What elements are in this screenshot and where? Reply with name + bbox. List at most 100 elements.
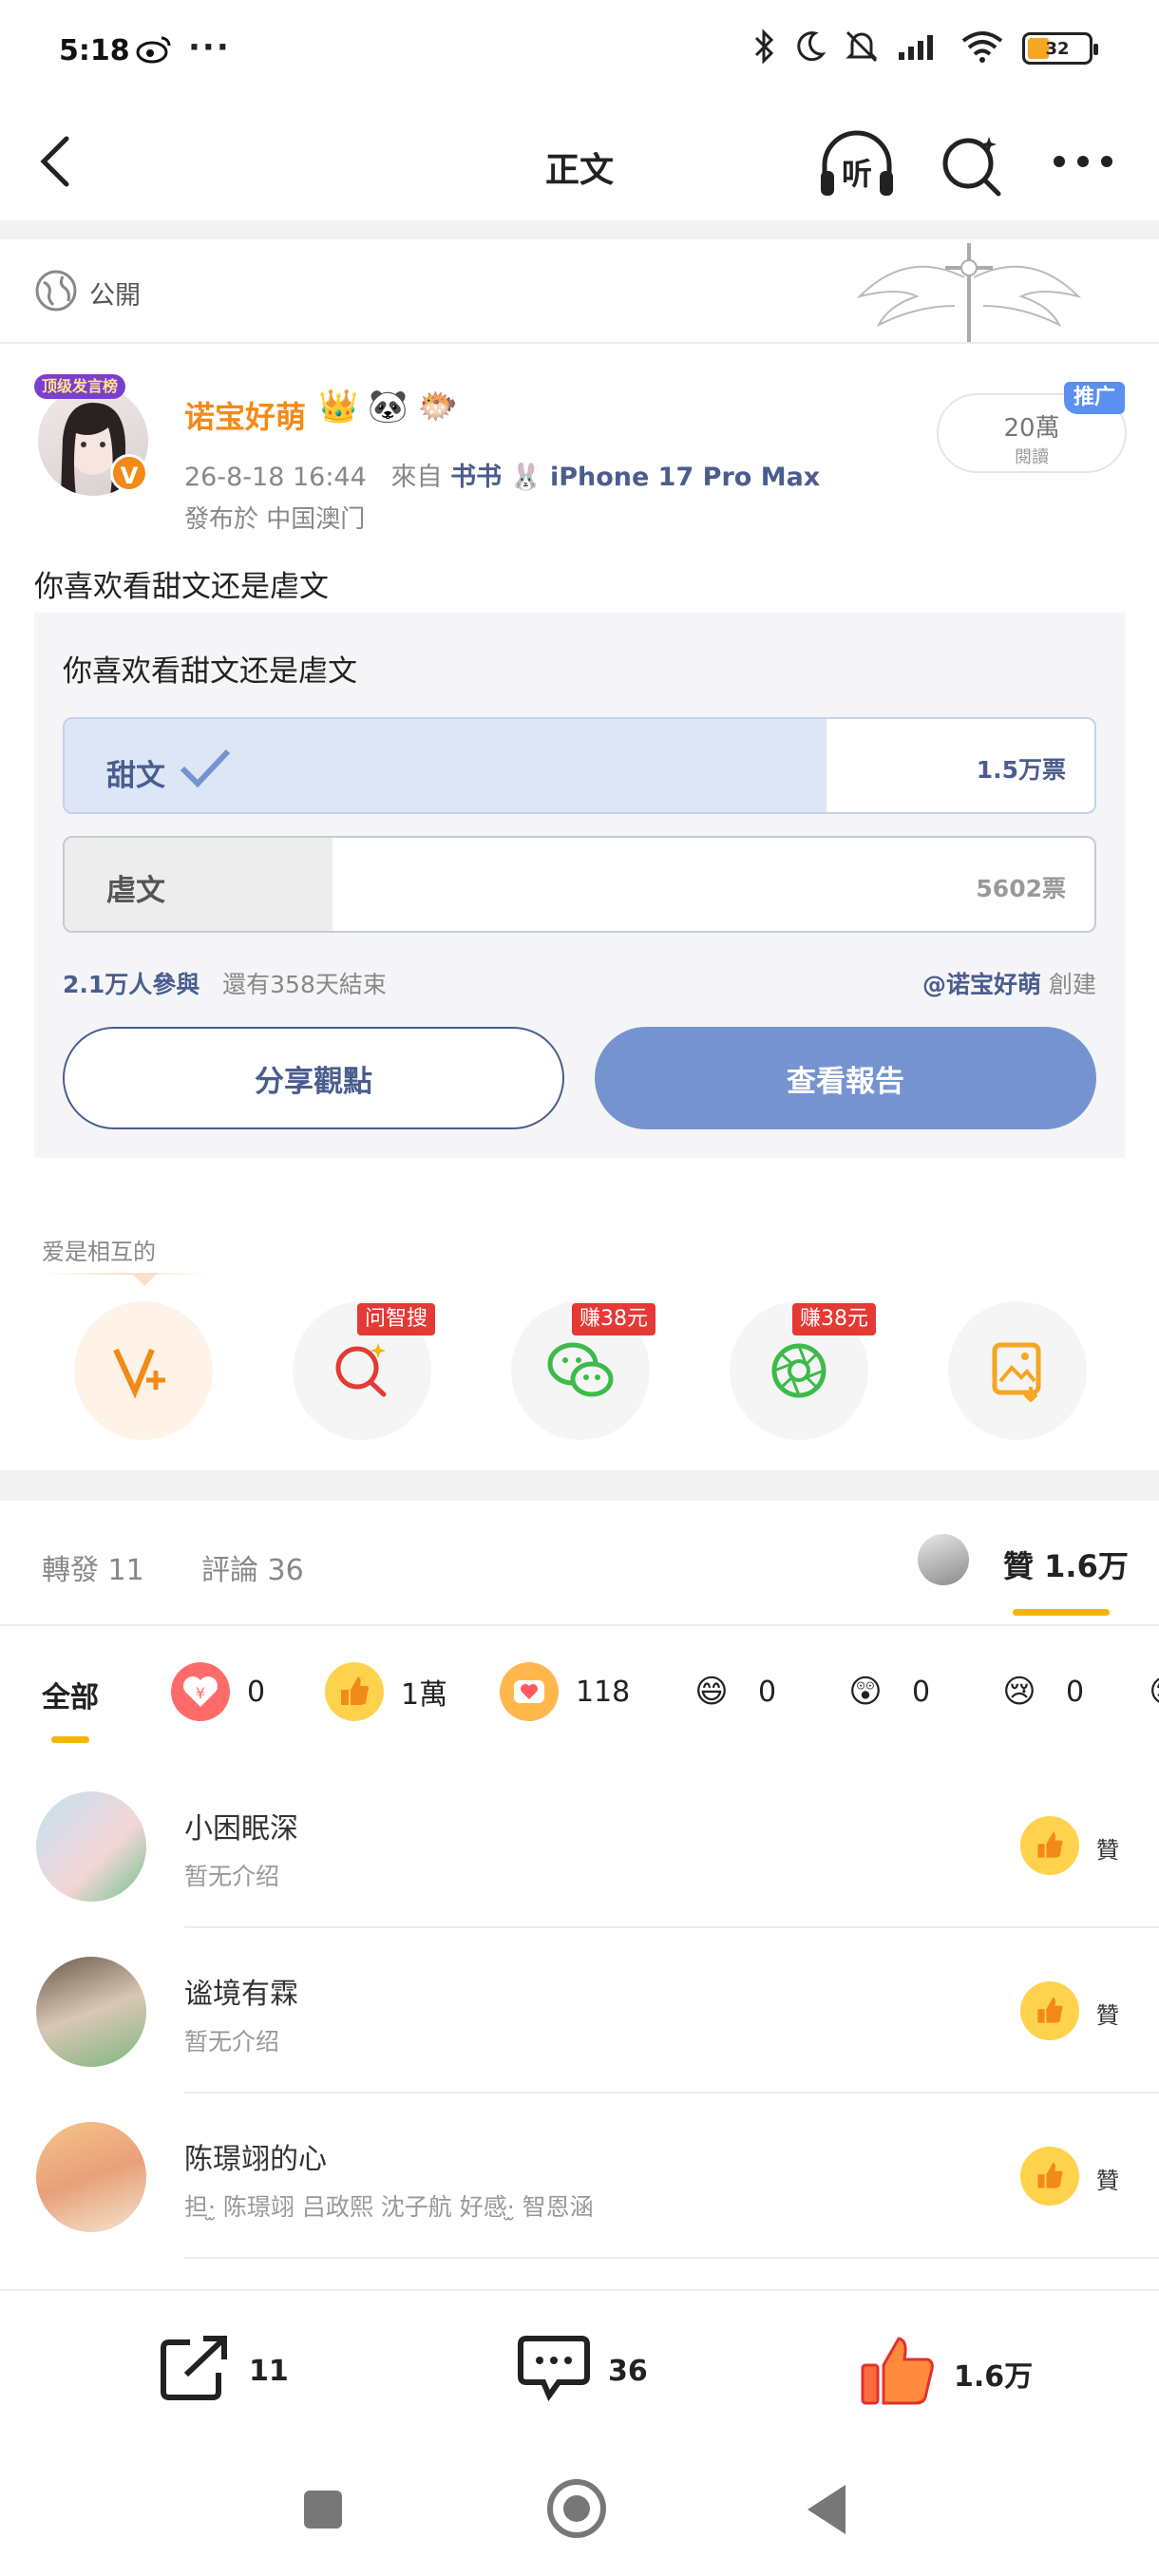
reaction-filter-sad[interactable]: 😢 0 bbox=[990, 1662, 1084, 1721]
red-envelope-icon: ¥ bbox=[171, 1662, 230, 1721]
active-filter-indicator bbox=[51, 1736, 89, 1743]
promo-badge[interactable]: 推广 bbox=[1064, 382, 1125, 414]
reaction-filter-laugh[interactable]: 😄 0 bbox=[682, 1662, 776, 1721]
reaction-filter-surprised[interactable]: 😲 0 bbox=[836, 1662, 930, 1721]
read-label: 閱讀 bbox=[1015, 447, 1049, 467]
repost-button[interactable]: 11 bbox=[158, 2333, 289, 2409]
system-back-button[interactable] bbox=[808, 2485, 846, 2534]
tab-reposts[interactable]: 轉發 11 bbox=[42, 1546, 144, 1588]
thumbs-up-icon bbox=[1020, 1981, 1079, 2040]
reaction-filter-heart[interactable]: 118 bbox=[500, 1662, 630, 1721]
author-name[interactable]: 诺宝好萌 bbox=[184, 393, 306, 437]
sad-icon: 😢 bbox=[1002, 1673, 1036, 1711]
repost-count: 11 bbox=[249, 2354, 289, 2388]
like-button[interactable]: 1.6万 bbox=[859, 2333, 1033, 2415]
avatar[interactable] bbox=[36, 1957, 146, 2067]
avatar[interactable] bbox=[36, 1791, 146, 1902]
divider bbox=[0, 342, 1159, 344]
moments-icon bbox=[771, 1343, 826, 1398]
reaction-count: 0 bbox=[247, 1675, 266, 1709]
tab-likes[interactable]: 贊 1.6万 bbox=[1003, 1543, 1129, 1586]
moon-icon bbox=[792, 29, 826, 67]
divider bbox=[0, 1470, 1159, 1501]
post-text: 你喜欢看甜文还是虐文 bbox=[34, 570, 329, 604]
liker-name[interactable]: 谧境有霖 bbox=[184, 1970, 298, 2012]
like-label: 贊 bbox=[1096, 2002, 1119, 2029]
author-avatar[interactable]: 顶级发言榜 V bbox=[34, 374, 150, 496]
rank-badge: 顶级发言榜 bbox=[34, 374, 126, 399]
divider bbox=[184, 2257, 1159, 2259]
like-label: 贊 bbox=[1096, 2168, 1119, 2194]
view-report-button[interactable]: 查看報告 bbox=[595, 1027, 1096, 1129]
tab-comments[interactable]: 評論 36 bbox=[201, 1546, 304, 1588]
laugh-icon: 😄 bbox=[694, 1673, 729, 1711]
poll-creator: @诺宝好萌 創建 bbox=[922, 966, 1096, 1000]
vplus-icon bbox=[113, 1348, 165, 1399]
poll-stats: 2.1万人參與 還有358天結束 bbox=[63, 966, 387, 1000]
wings-decoration bbox=[850, 239, 1088, 346]
comment-button[interactable]: 36 bbox=[517, 2333, 648, 2409]
avatar bbox=[918, 1534, 969, 1585]
status-time: 5:18 bbox=[59, 34, 130, 67]
author-badges: 👑 🐼 🐡 bbox=[318, 388, 458, 426]
liker-name[interactable]: 小困眠深 bbox=[184, 1805, 298, 1847]
avatar[interactable] bbox=[36, 2122, 146, 2232]
wechat-icon bbox=[547, 1342, 614, 1397]
more-status-icon: ··· bbox=[188, 28, 231, 66]
svg-text:¥: ¥ bbox=[196, 1684, 205, 1702]
comment-count: 36 bbox=[608, 2354, 648, 2388]
battery-icon: 32 bbox=[1022, 32, 1098, 65]
moments-tag: 赚38元 bbox=[792, 1303, 876, 1335]
likes-tab-count: 1.6万 bbox=[1044, 1548, 1129, 1584]
reaction-filter-thumbs-up[interactable]: 1萬 bbox=[325, 1662, 447, 1721]
wifi-icon bbox=[960, 29, 1005, 67]
divider bbox=[184, 1926, 1159, 1928]
listen-label: 听 bbox=[842, 156, 872, 192]
reaction-filter-red-envelope[interactable]: ¥ 0 bbox=[171, 1662, 265, 1721]
reaction-count: 0 bbox=[758, 1675, 777, 1709]
bottom-action-bar: 11 36 1.6万 bbox=[0, 2289, 1159, 2443]
home-button[interactable] bbox=[547, 2479, 606, 2538]
likes-tab-label: 贊 bbox=[1003, 1548, 1035, 1584]
more-icon[interactable] bbox=[1050, 142, 1116, 180]
liker-name[interactable]: 陈璟翊的心 bbox=[184, 2135, 327, 2177]
from-label: 來自 bbox=[390, 463, 443, 492]
share-icon bbox=[158, 2333, 232, 2409]
comment-icon bbox=[517, 2333, 591, 2409]
reaction-count: 0 bbox=[912, 1675, 931, 1709]
reaction-count: 1萬 bbox=[401, 1678, 448, 1712]
listen-button[interactable]: 听 bbox=[817, 129, 897, 201]
signal-icon bbox=[897, 31, 942, 66]
share-caret bbox=[131, 1273, 158, 1286]
share-opinion-button[interactable]: 分享觀點 bbox=[63, 1027, 564, 1129]
post-source[interactable]: 书书 bbox=[450, 463, 502, 492]
poll-creator-name[interactable]: @诺宝好萌 bbox=[922, 971, 1041, 998]
divider bbox=[184, 2092, 1159, 2093]
poll-created-label: 創建 bbox=[1048, 971, 1096, 998]
recents-button[interactable] bbox=[304, 2491, 342, 2529]
thumbs-up-icon bbox=[859, 2333, 937, 2415]
poll-card: 你喜欢看甜文还是虐文 甜文 1.5万票 虐文 5602票 2.1万人參與 還有3… bbox=[34, 613, 1125, 1158]
save-image-icon bbox=[992, 1342, 1041, 1402]
search-icon[interactable] bbox=[936, 129, 1008, 201]
visibility-label: 公開 bbox=[89, 281, 141, 311]
reaction-filter-all[interactable]: 全部 bbox=[42, 1674, 99, 1715]
system-nav-bar bbox=[0, 2443, 1159, 2576]
liker-desc: 担·̫ 陈璟翊 吕政熙 沈子航 好感·̫ 智恩涵 bbox=[184, 2193, 594, 2221]
liker-desc: 暂无介绍 bbox=[184, 1863, 280, 1890]
reaction-filter-more[interactable]: 😊 bbox=[1136, 1662, 1159, 1721]
verified-badge: V bbox=[110, 454, 148, 492]
thumbs-up-icon bbox=[1020, 1816, 1079, 1875]
reaction-count: 0 bbox=[1066, 1675, 1085, 1709]
like-label: 贊 bbox=[1096, 1837, 1119, 1864]
vplus-share-button[interactable] bbox=[74, 1301, 213, 1440]
post-device[interactable]: iPhone 17 Pro Max bbox=[550, 463, 820, 492]
poll-option-angst[interactable]: 虐文 5602票 bbox=[63, 836, 1096, 933]
fish-icon: 🐡 bbox=[417, 388, 459, 426]
poll-option-sweet[interactable]: 甜文 1.5万票 bbox=[63, 717, 1096, 814]
thumbs-up-icon bbox=[1020, 2147, 1079, 2206]
ask-search-icon bbox=[335, 1343, 387, 1397]
reaction-count: 118 bbox=[576, 1675, 631, 1709]
save-image-share-button[interactable] bbox=[948, 1301, 1087, 1440]
like-count: 1.6万 bbox=[954, 2360, 1034, 2394]
